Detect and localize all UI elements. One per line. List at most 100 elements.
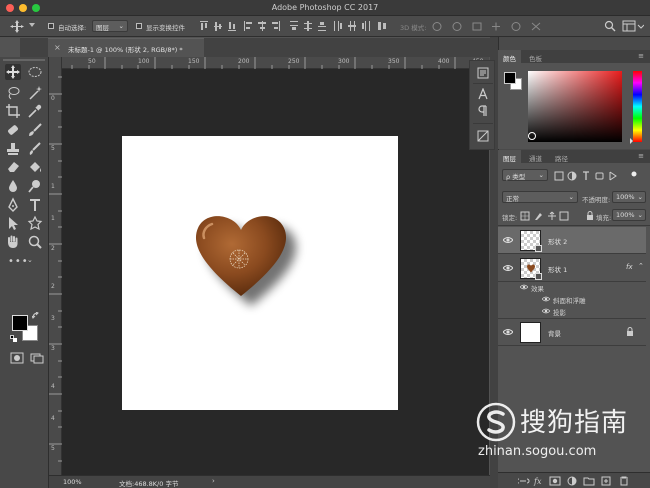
distribute-left-icon[interactable]: [334, 21, 342, 31]
blur-tool-icon[interactable]: [5, 178, 21, 194]
paint-bucket-icon[interactable]: [27, 159, 43, 175]
document-canvas[interactable]: [122, 136, 398, 410]
foreground-color-swatch[interactable]: [12, 315, 28, 331]
panel-menu-icon[interactable]: ≡: [638, 152, 644, 160]
more-tools-icon[interactable]: •••: [8, 256, 29, 267]
brush-tool-icon[interactable]: [27, 122, 43, 138]
quick-mask-icon[interactable]: [10, 352, 24, 364]
chocolate-heart-shape[interactable]: [184, 210, 314, 322]
layer-thumbnail: [520, 258, 542, 280]
layer-name[interactable]: 形状 1: [548, 264, 567, 274]
default-colors-icon[interactable]: [10, 335, 17, 342]
toolbar-grip[interactable]: [3, 59, 45, 61]
align-top-icon[interactable]: [200, 21, 208, 31]
align-horizontal-center-icon[interactable]: [258, 21, 266, 31]
screen-mode-icon[interactable]: [30, 352, 44, 364]
bevel-emboss-row[interactable]: 斜面和浮雕: [498, 293, 646, 305]
lock-icons[interactable]: [520, 211, 574, 221]
type-tool-icon[interactable]: [27, 197, 43, 213]
layer-row-background[interactable]: 背景: [498, 319, 646, 346]
effects-row[interactable]: 效果: [498, 281, 646, 293]
blend-mode-dropdown[interactable]: 正常 ⌄: [502, 191, 578, 203]
adjustments-icon[interactable]: [477, 130, 489, 142]
align-left-icon[interactable]: [244, 21, 252, 31]
color-panel-foreground-swatch[interactable]: [504, 72, 516, 84]
layer-filter-dropdown[interactable]: ρ 类型 ⌄: [502, 169, 548, 181]
visibility-eye-icon[interactable]: [503, 235, 513, 245]
zoom-level[interactable]: 100%: [63, 478, 82, 486]
lock-all-icon[interactable]: [586, 211, 594, 221]
visibility-eye-icon[interactable]: [542, 307, 550, 315]
color-spectrum-field[interactable]: [528, 71, 622, 142]
history-brush-icon[interactable]: [27, 141, 43, 157]
distribute-hcenter-icon[interactable]: [348, 21, 356, 31]
color-picker-marker[interactable]: [528, 132, 536, 140]
distribute-bottom-icon[interactable]: [318, 21, 326, 31]
drop-shadow-row[interactable]: 投影: [498, 305, 646, 317]
magic-wand-icon[interactable]: [27, 85, 43, 101]
align-bottom-icon[interactable]: [228, 21, 236, 31]
visibility-eye-icon[interactable]: [503, 327, 513, 337]
tab-swatches[interactable]: 色板: [524, 50, 547, 63]
paragraph-icon[interactable]: [477, 105, 489, 117]
auto-select-dropdown[interactable]: 图层 ⌄: [92, 20, 128, 32]
move-tool-icon[interactable]: [10, 20, 24, 33]
healing-brush-icon[interactable]: [5, 122, 21, 138]
dodge-tool-icon[interactable]: [27, 178, 43, 194]
tab-color[interactable]: 颜色: [498, 50, 521, 63]
layer-thumbnail: [520, 322, 541, 343]
ruler-tick-label: 50: [88, 58, 96, 65]
chevron-up-icon[interactable]: ⌃: [638, 262, 644, 270]
opacity-field[interactable]: 100% ⌄: [612, 191, 646, 203]
visibility-eye-icon[interactable]: [520, 283, 528, 291]
close-icon[interactable]: ×: [54, 43, 61, 52]
ruler-tick-label: 3: [51, 315, 55, 322]
lasso-tool-icon[interactable]: [5, 85, 21, 101]
character-icon[interactable]: [477, 88, 489, 100]
ruler-tick-label: 1: [51, 215, 55, 222]
panel-menu-icon[interactable]: ≡: [638, 52, 644, 60]
distribute-top-icon[interactable]: [290, 21, 298, 31]
auto-align-icon[interactable]: [378, 21, 386, 31]
shape-tool-icon[interactable]: [27, 215, 43, 231]
tab-layers[interactable]: 图层: [498, 150, 521, 163]
layer-name[interactable]: 形状 2: [548, 236, 567, 246]
search-icon[interactable]: [604, 20, 616, 32]
align-right-icon[interactable]: [272, 21, 280, 31]
crop-tool-icon[interactable]: [5, 103, 21, 119]
eraser-icon[interactable]: [5, 159, 21, 175]
3d-tools-group[interactable]: [432, 21, 572, 32]
distribute-vcenter-icon[interactable]: [304, 21, 312, 31]
fill-field[interactable]: 100% ⌄: [612, 209, 646, 221]
layer-row-shape-1[interactable]: 形状 1 fx ⌃: [498, 255, 646, 282]
clone-stamp-icon[interactable]: [5, 141, 21, 157]
eyedropper-icon[interactable]: [27, 103, 43, 119]
swap-colors-icon[interactable]: [32, 312, 40, 320]
hand-tool-icon[interactable]: [5, 234, 21, 250]
distribute-right-icon[interactable]: [362, 21, 370, 31]
tab-paths[interactable]: 路径: [550, 150, 573, 163]
document-tab[interactable]: × 未标题-1 @ 100% (形状 2, RGB/8*) *: [48, 38, 204, 57]
show-transform-checkbox[interactable]: [136, 23, 142, 29]
layer-filter-icons[interactable]: [554, 171, 640, 181]
layer-row-shape-2[interactable]: 形状 2: [498, 227, 646, 254]
marquee-tool-icon[interactable]: [27, 64, 43, 80]
pen-tool-icon[interactable]: [5, 197, 21, 213]
history-icon[interactable]: [477, 67, 489, 79]
auto-select-checkbox[interactable]: [48, 23, 54, 29]
status-menu-arrow-icon[interactable]: ›: [212, 477, 215, 485]
zoom-tool-icon[interactable]: [27, 234, 43, 250]
move-tool-icon[interactable]: [5, 64, 21, 80]
layer-name[interactable]: 背景: [548, 328, 561, 338]
tool-preset-dropdown-icon[interactable]: [29, 23, 35, 27]
path-selection-icon[interactable]: [5, 215, 21, 231]
visibility-eye-icon[interactable]: [503, 263, 513, 273]
tab-channels[interactable]: 通道: [524, 150, 547, 163]
align-vertical-center-icon[interactable]: [214, 21, 222, 31]
hue-slider[interactable]: [633, 71, 642, 142]
workspace-icon[interactable]: [622, 20, 644, 32]
hue-slider-handle[interactable]: [630, 138, 633, 144]
fx-badge[interactable]: fx: [626, 263, 633, 271]
layer-thumbnail: [520, 230, 542, 252]
visibility-eye-icon[interactable]: [542, 295, 550, 303]
